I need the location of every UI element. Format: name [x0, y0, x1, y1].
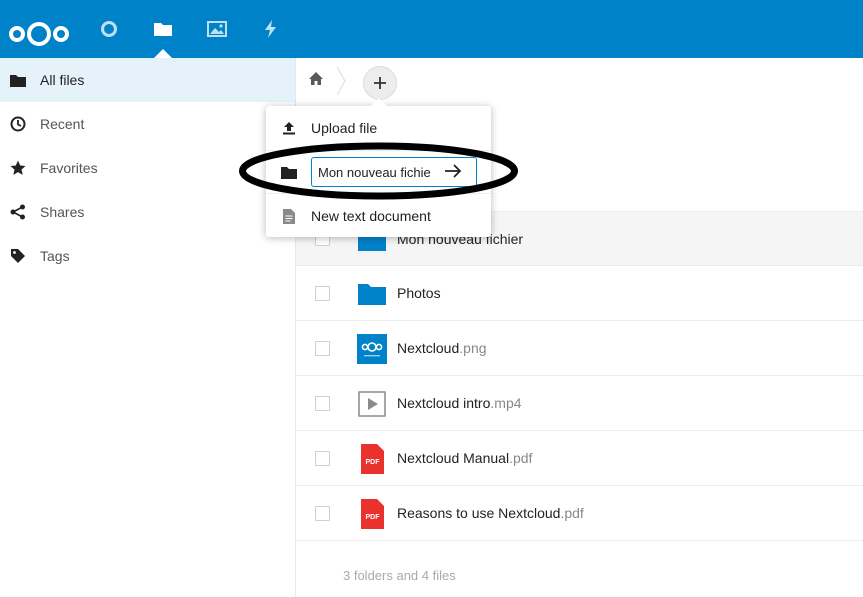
upload-icon — [280, 121, 298, 135]
plus-icon — [374, 77, 386, 89]
circle-icon — [101, 21, 117, 37]
share-icon — [8, 204, 28, 220]
sidebar-item-all-files[interactable]: All files — [0, 58, 295, 102]
upload-file-item[interactable]: Upload file — [266, 106, 491, 150]
folder-icon — [154, 23, 172, 36]
app-files[interactable] — [136, 0, 190, 58]
table-row[interactable]: Nextcloud.png — [296, 321, 863, 376]
upload-file-label: Upload file — [311, 120, 378, 136]
file-name[interactable]: Photos — [397, 285, 441, 301]
nextcloud-thumbnail-icon — [357, 334, 387, 364]
row-checkbox[interactable] — [315, 450, 330, 466]
folder-icon — [358, 284, 386, 305]
lightning-icon — [265, 20, 276, 38]
new-folder-item[interactable] — [266, 150, 491, 194]
file-name[interactable]: Reasons to use Nextcloud.pdf — [397, 505, 584, 521]
home-icon — [309, 72, 323, 85]
new-button[interactable] — [363, 66, 397, 100]
sidebar-item-label: Recent — [40, 116, 85, 132]
table-row[interactable]: PDF Nextcloud Manual.pdf — [296, 431, 863, 486]
row-checkbox[interactable] — [315, 395, 330, 411]
file-name[interactable]: Nextcloud Manual.pdf — [397, 450, 532, 466]
star-icon — [8, 160, 28, 176]
sidebar-item-shares[interactable]: Shares — [0, 190, 295, 234]
sidebar-item-recent[interactable]: Recent — [0, 102, 295, 146]
arrow-right-icon[interactable] — [444, 163, 462, 179]
pdf-icon: PDF — [361, 499, 384, 529]
sidebar: All files Recent Favorites Shares Tags — [0, 58, 296, 597]
breadcrumb-home[interactable] — [308, 71, 324, 92]
file-name[interactable]: Nextcloud intro.mp4 — [397, 395, 522, 411]
file-summary: 3 folders and 4 files — [343, 568, 456, 583]
row-checkbox[interactable] — [315, 505, 330, 521]
app-photos[interactable] — [190, 0, 244, 58]
sidebar-item-label: All files — [40, 72, 85, 88]
sidebar-item-favorites[interactable]: Favorites — [0, 146, 295, 190]
app-activity[interactable] — [244, 0, 298, 58]
new-menu: Upload file New text document — [266, 98, 491, 238]
sidebar-item-label: Tags — [40, 248, 70, 264]
table-row[interactable]: PDF Reasons to use Nextcloud.pdf — [296, 486, 863, 541]
pdf-badge-text: PDF — [366, 459, 381, 466]
row-checkbox[interactable] — [315, 285, 330, 301]
folder-icon — [8, 74, 28, 87]
row-checkbox[interactable] — [315, 340, 330, 356]
file-name[interactable]: Nextcloud.png — [397, 340, 487, 356]
clock-icon — [8, 116, 28, 132]
video-icon — [358, 391, 386, 417]
text-document-icon — [280, 208, 298, 224]
new-text-document-label: New text document — [311, 208, 431, 224]
table-row[interactable]: Photos — [296, 266, 863, 321]
sidebar-item-tags[interactable]: Tags — [0, 234, 295, 278]
app-dashboard[interactable] — [82, 0, 136, 58]
tag-icon — [8, 248, 28, 264]
table-row[interactable]: Nextcloud intro.mp4 — [296, 376, 863, 431]
sidebar-item-label: Shares — [40, 204, 85, 220]
breadcrumb-separator-icon — [336, 66, 346, 96]
header-bar — [0, 0, 863, 58]
sidebar-item-label: Favorites — [40, 160, 98, 176]
nextcloud-logo[interactable] — [8, 19, 70, 49]
folder-icon — [280, 166, 298, 179]
pdf-icon: PDF — [361, 444, 384, 474]
pdf-badge-text: PDF — [366, 514, 381, 521]
image-icon — [207, 21, 227, 37]
new-text-document-item[interactable]: New text document — [266, 194, 491, 238]
